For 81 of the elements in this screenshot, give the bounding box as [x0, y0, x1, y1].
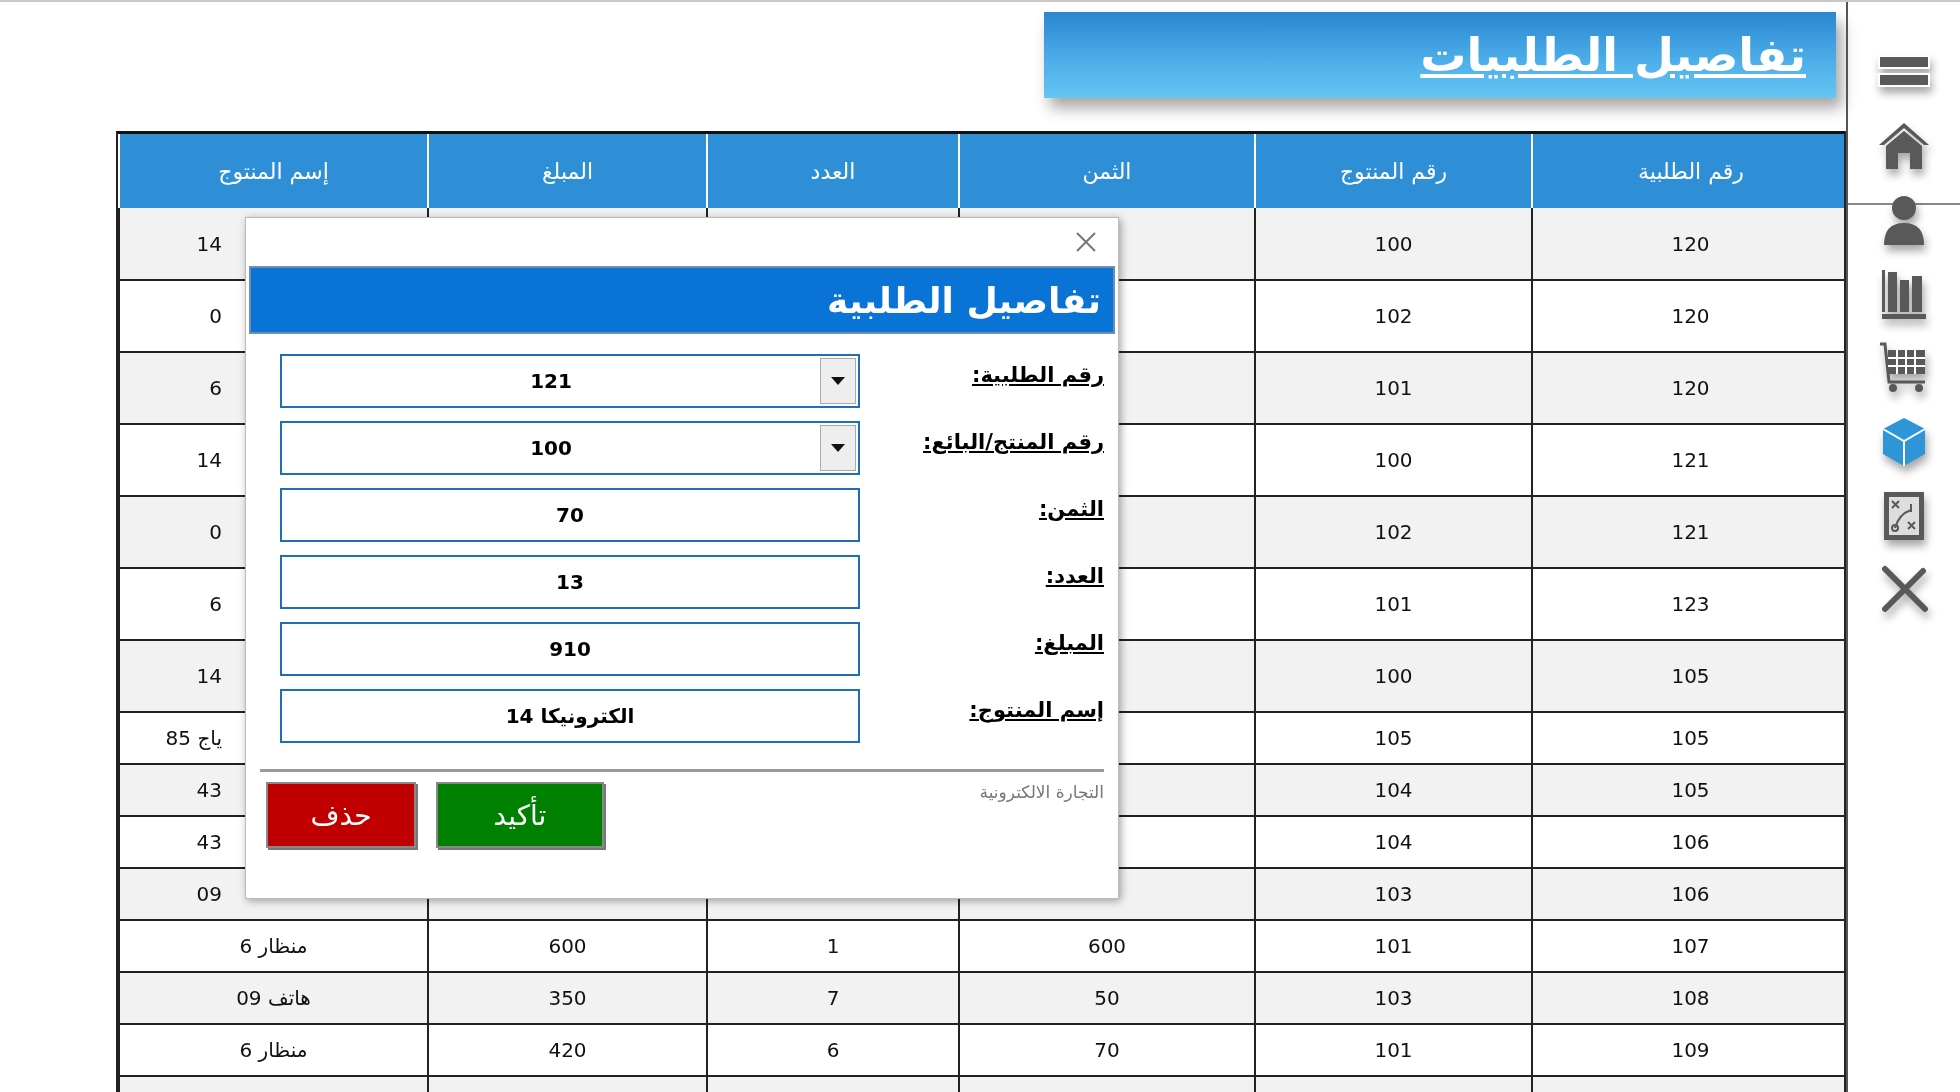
table-cell: 600: [1087, 934, 1127, 958]
table-cell: 09: [196, 882, 222, 906]
dropdown-button[interactable]: [820, 425, 856, 471]
table-cell: منظار 6: [239, 1038, 308, 1062]
page-title: تفاصيل الطلبيات: [1420, 28, 1806, 82]
field-label: الثمن:: [1038, 497, 1104, 521]
field-label: رقم الطلبية:: [972, 363, 1104, 387]
table-cell: 600: [548, 934, 587, 958]
table-cell: 105: [1671, 664, 1710, 688]
input-field[interactable]: 910: [280, 622, 860, 676]
footer-text: التجارة الالكترونية: [979, 782, 1104, 804]
home-icon: [1877, 121, 1931, 171]
column-header: رقم المنتوج: [1255, 132, 1532, 208]
table-cell: 102: [1374, 520, 1413, 544]
table-cell: ياج 85: [165, 726, 222, 750]
table-cell: 103: [1374, 882, 1413, 906]
table-cell: 100: [1374, 664, 1413, 688]
input-field[interactable]: الكترونيكا 14: [280, 689, 860, 743]
table-cell: 101: [1374, 376, 1413, 400]
table-cell: 6: [826, 1038, 840, 1062]
column-header: المبلغ: [428, 132, 707, 208]
table-cell: 0: [209, 304, 222, 328]
column-header: إسم المنتوج: [119, 132, 428, 208]
table-cell: 105: [1671, 778, 1710, 802]
table-cell: 120: [1671, 231, 1710, 256]
table-cell: 350: [548, 986, 587, 1010]
table-cell: 105: [1671, 726, 1710, 750]
table-cell: 102: [1374, 304, 1413, 328]
confirm-button[interactable]: تأكيد: [436, 782, 604, 848]
table-cell: 43: [196, 830, 222, 854]
table-cell: 108: [1671, 986, 1710, 1010]
field-label: العدد:: [1045, 564, 1104, 588]
strategy-board-icon: [1881, 490, 1927, 542]
dropdown-field[interactable]: 100: [280, 421, 860, 475]
table-cell: 100: [1374, 448, 1413, 472]
field-label: المبلغ:: [1034, 631, 1104, 655]
column-header: الثمن: [959, 132, 1255, 208]
table-cell: منظار 6: [239, 934, 308, 958]
dropdown-button[interactable]: [820, 358, 856, 404]
table-cell: 123: [1671, 592, 1710, 616]
dialog-title: تفاصيل الطلبية: [827, 279, 1101, 321]
table-cell: 103: [1374, 986, 1413, 1010]
table-cell: 120: [1671, 376, 1710, 400]
table-cell: 1: [826, 934, 840, 958]
table-cell: 101: [1374, 934, 1413, 958]
caret-icon: [831, 444, 845, 452]
input-field[interactable]: 13: [280, 555, 860, 609]
table-cell: 6: [209, 592, 222, 616]
table-cell: هاتف 09: [236, 986, 311, 1010]
table-cell: 7: [826, 986, 840, 1010]
table-cell: 50: [1094, 986, 1120, 1010]
table-cell: 100: [1374, 231, 1413, 256]
table-cell: 107: [1671, 934, 1710, 958]
table-cell: 104: [1374, 830, 1413, 854]
caret-icon: [831, 377, 845, 385]
table-cell: 121: [1671, 448, 1710, 472]
column-header: رقم الطلبية: [1532, 132, 1844, 208]
delete-button[interactable]: حذف: [266, 782, 416, 848]
field-label: إسم المنتوج:: [969, 698, 1104, 722]
table-cell: 105: [1374, 726, 1413, 750]
field-label: رقم المنتج/البائع:: [923, 430, 1104, 454]
table-cell: 0: [209, 520, 222, 544]
table-cell: 109: [1671, 1038, 1710, 1062]
table-cell: 43: [196, 778, 222, 802]
table-cell: 420: [548, 1038, 587, 1062]
close-icon[interactable]: [1074, 230, 1098, 254]
table-cell: 106: [1671, 882, 1710, 906]
table-cell: 6: [209, 376, 222, 400]
column-header: العدد: [707, 132, 959, 208]
table-cell: 121: [1671, 520, 1710, 544]
table-cell: 104: [1374, 778, 1413, 802]
table-cell: 70: [1094, 1038, 1120, 1062]
table-cell: 101: [1374, 1038, 1413, 1062]
input-field[interactable]: 70: [280, 488, 860, 542]
table-cell: 101: [1374, 592, 1413, 616]
table-cell: 14: [196, 231, 222, 256]
table-cell: 14: [196, 448, 222, 472]
table-cell: 120: [1671, 304, 1710, 328]
table-cell: 14: [196, 664, 222, 688]
table-cell: 106: [1671, 830, 1710, 854]
dropdown-field[interactable]: 121: [280, 354, 860, 408]
